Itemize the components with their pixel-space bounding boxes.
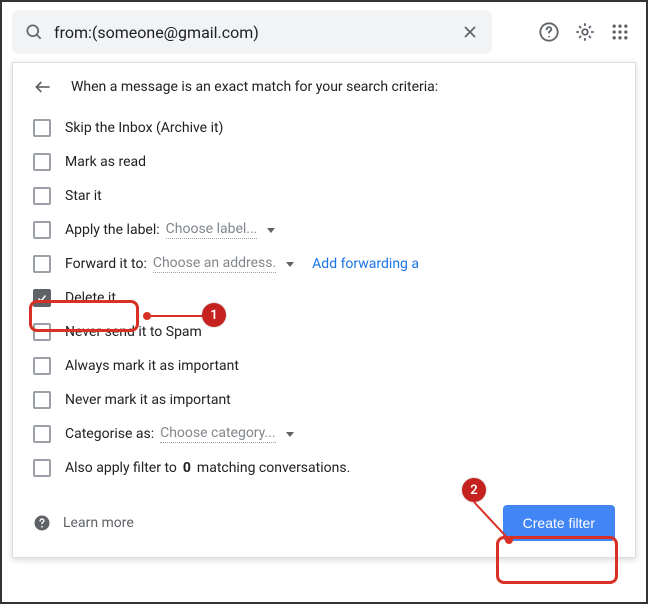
top-bar: from:(someone@gmail.com) <box>2 2 646 58</box>
checkbox[interactable] <box>33 255 51 273</box>
filter-option-row: Forward it to:Choose an address.Add forw… <box>33 247 615 281</box>
help-filled-icon <box>33 514 51 532</box>
checkbox[interactable] <box>33 391 51 409</box>
learn-more-label: Learn more <box>63 515 134 531</box>
search-box[interactable]: from:(someone@gmail.com) <box>12 10 492 54</box>
apps-icon[interactable] <box>610 22 630 42</box>
option-label: Forward it to:Choose an address.Add forw… <box>65 255 419 273</box>
panel-title: When a message is an exact match for you… <box>71 79 438 95</box>
option-label: Categorise as:Choose category... <box>65 425 294 443</box>
filter-panel: When a message is an exact match for you… <box>12 62 636 558</box>
checkbox[interactable] <box>33 459 51 477</box>
option-label: Delete it <box>65 290 116 306</box>
learn-more[interactable]: Learn more <box>33 514 134 532</box>
filter-option-row: Star it <box>33 179 615 213</box>
add-forwarding-link[interactable]: Add forwarding a <box>312 256 419 272</box>
filter-option-row: Never send it to Spam <box>33 315 615 349</box>
checkbox[interactable] <box>33 221 51 239</box>
chevron-down-icon <box>286 432 294 437</box>
option-label: Apply the label:Choose label... <box>65 221 275 239</box>
option-label: Skip the Inbox (Archive it) <box>65 120 223 136</box>
dropdown[interactable]: Choose label... <box>166 221 258 239</box>
checkbox[interactable] <box>33 357 51 375</box>
filter-option-row: Also apply filter to 0 matching conversa… <box>33 451 615 485</box>
option-label: Never mark it as important <box>65 392 231 408</box>
filter-option-row: Categorise as:Choose category... <box>33 417 615 451</box>
gear-icon[interactable] <box>574 21 596 43</box>
checkbox[interactable] <box>33 119 51 137</box>
option-label: Always mark it as important <box>65 358 239 374</box>
panel-header: When a message is an exact match for you… <box>33 77 615 97</box>
clear-icon[interactable] <box>460 22 480 42</box>
create-filter-button[interactable]: Create filter <box>503 505 615 541</box>
chevron-down-icon <box>286 262 294 267</box>
filter-option-row: Always mark it as important <box>33 349 615 383</box>
checkbox[interactable] <box>33 425 51 443</box>
option-label: Mark as read <box>65 154 146 170</box>
filter-option-row: Delete it <box>33 281 615 315</box>
checkbox[interactable] <box>33 289 51 307</box>
dropdown[interactable]: Choose an address. <box>153 255 276 273</box>
filter-option-row: Never mark it as important <box>33 383 615 417</box>
filter-option-row: Mark as read <box>33 145 615 179</box>
filter-option-row: Apply the label:Choose label... <box>33 213 615 247</box>
option-label: Star it <box>65 188 102 204</box>
filter-option-row: Skip the Inbox (Archive it) <box>33 111 615 145</box>
back-arrow-icon[interactable] <box>33 77 53 97</box>
chevron-down-icon <box>267 228 275 233</box>
checkbox[interactable] <box>33 153 51 171</box>
checkbox[interactable] <box>33 323 51 341</box>
header-icons <box>538 21 636 43</box>
help-icon[interactable] <box>538 21 560 43</box>
search-icon[interactable] <box>24 22 44 42</box>
search-input[interactable]: from:(someone@gmail.com) <box>44 23 460 42</box>
option-label: Never send it to Spam <box>65 324 202 340</box>
panel-footer: Learn more Create filter <box>33 505 615 541</box>
checkbox[interactable] <box>33 187 51 205</box>
option-label: Also apply filter to 0 matching conversa… <box>65 460 350 476</box>
dropdown[interactable]: Choose category... <box>160 425 276 443</box>
